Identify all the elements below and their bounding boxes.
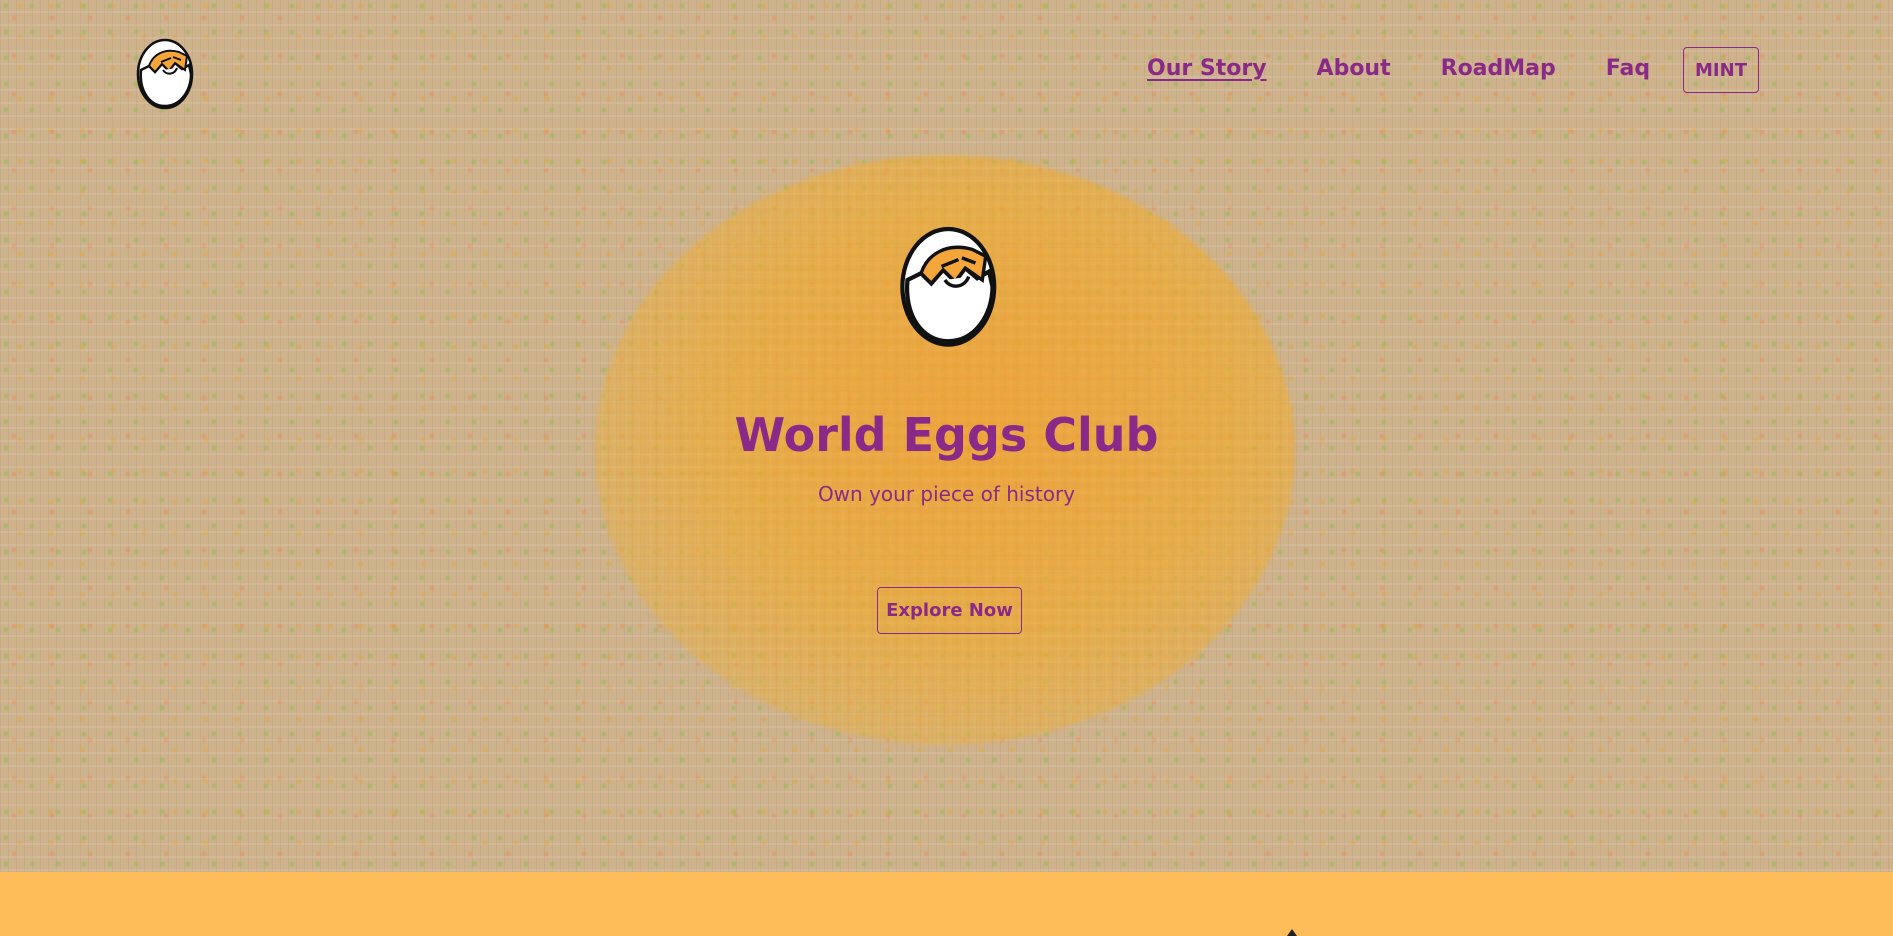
- site-logo[interactable]: [135, 30, 197, 110]
- hero-title: World Eggs Club: [734, 408, 1159, 462]
- egg-mascot-icon: [136, 38, 194, 110]
- nav-link-about[interactable]: About: [1317, 56, 1391, 81]
- mint-button[interactable]: MINT: [1683, 47, 1759, 93]
- nav-link-faq[interactable]: Faq: [1606, 56, 1650, 81]
- next-section-band: [0, 872, 1893, 936]
- nav-link-roadmap[interactable]: RoadMap: [1441, 56, 1556, 81]
- nav-link-our-story[interactable]: Our Story: [1147, 56, 1267, 81]
- hero-subtitle: Own your piece of history: [817, 482, 1076, 506]
- main-nav: Our Story About RoadMap Faq: [1147, 56, 1700, 81]
- explore-now-button[interactable]: Explore Now: [877, 587, 1022, 634]
- hero-mascot: [897, 212, 1003, 348]
- mouse-cursor-icon: [1287, 929, 1297, 936]
- egg-mascot-icon: [900, 226, 997, 347]
